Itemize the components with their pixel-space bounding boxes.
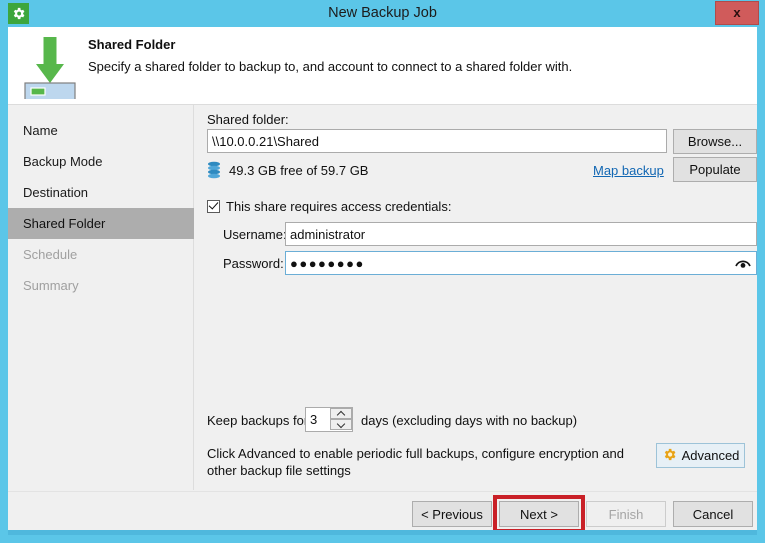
download-to-drive-icon: [18, 33, 82, 101]
chevron-up-icon: [336, 410, 346, 420]
password-label: Password:: [223, 256, 284, 271]
sidebar-item-shared-folder[interactable]: Shared Folder: [8, 208, 194, 239]
sidebar-item-destination[interactable]: Destination: [8, 177, 194, 208]
sidebar-item-schedule: Schedule: [23, 247, 78, 262]
storage-stack-icon: [207, 161, 221, 179]
cancel-button[interactable]: Cancel: [673, 501, 753, 527]
keep-backups-note: days (excluding days with no backup): [361, 413, 578, 428]
new-backup-job-dialog: New Backup Job x Shared Folder Specify a…: [0, 0, 765, 543]
sidebar-item-summary: Summary: [23, 278, 79, 293]
window-title: New Backup Job: [328, 5, 437, 21]
keep-backups-value[interactable]: 3: [310, 408, 317, 431]
page-title: Shared Folder: [88, 37, 176, 52]
header-band: Shared Folder Specify a shared folder to…: [8, 27, 757, 105]
shared-folder-input[interactable]: [207, 129, 667, 153]
chevron-down-icon: [336, 419, 346, 429]
sidebar-item-backup-mode[interactable]: Backup Mode: [8, 146, 194, 177]
populate-button[interactable]: Populate: [673, 157, 757, 182]
stepper-down-button[interactable]: [330, 419, 352, 430]
previous-button[interactable]: < Previous: [412, 501, 492, 527]
finish-button: Finish: [586, 501, 666, 527]
dialog-footer: < Previous Next > Finish Cancel: [8, 491, 757, 533]
main-pane: Shared folder: Browse... 49.3 GB free of…: [195, 105, 757, 490]
checkbox-box[interactable]: [207, 200, 220, 213]
password-input[interactable]: [285, 251, 757, 275]
keep-backups-label: Keep backups for:: [207, 413, 312, 428]
credentials-checkbox[interactable]: This share requires access credentials:: [207, 198, 451, 216]
window-bottom-edge: [8, 530, 757, 535]
username-input[interactable]: [285, 222, 757, 246]
browse-button[interactable]: Browse...: [673, 129, 757, 154]
eye-icon[interactable]: [734, 255, 752, 271]
page-description: Specify a shared folder to backup to, an…: [88, 59, 573, 74]
dialog-body: Name Backup Mode Destination Shared Fold…: [8, 105, 757, 533]
wizard-steps-sidebar: Name Backup Mode Destination Shared Fold…: [8, 105, 194, 490]
map-backup-link[interactable]: Map backup: [593, 163, 664, 178]
title-bar: New Backup Job x: [0, 0, 765, 27]
sidebar-item-name[interactable]: Name: [8, 115, 194, 146]
keep-backups-stepper[interactable]: 3: [305, 407, 353, 432]
close-button[interactable]: x: [715, 1, 759, 25]
next-button[interactable]: Next >: [499, 501, 579, 527]
free-space-text: 49.3 GB free of 59.7 GB: [229, 163, 369, 178]
gear-icon: [662, 447, 677, 465]
shared-folder-label: Shared folder:: [207, 112, 289, 127]
username-label: Username:: [223, 227, 287, 242]
credentials-checkbox-label: This share requires access credentials:: [226, 199, 452, 214]
advanced-description: Click Advanced to enable periodic full b…: [207, 446, 624, 478]
stepper-up-button[interactable]: [330, 408, 352, 420]
advanced-button[interactable]: Advanced: [656, 443, 745, 468]
advanced-button-label: Advanced: [681, 448, 740, 463]
